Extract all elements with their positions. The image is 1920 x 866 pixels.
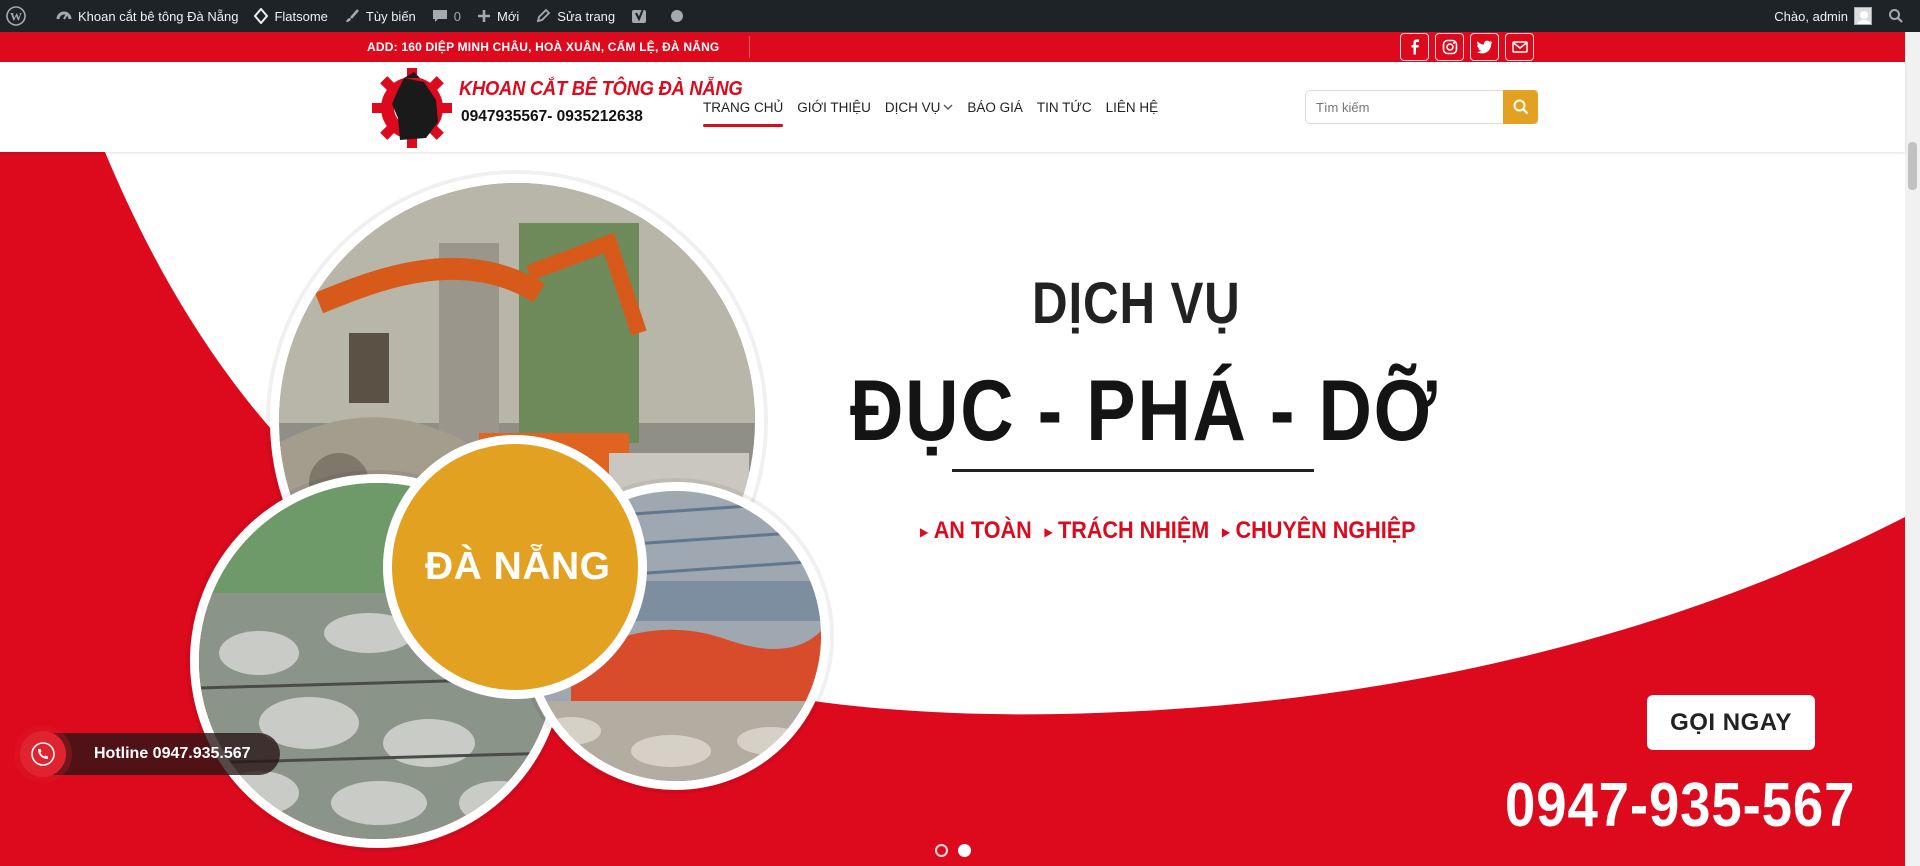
flatsome-icon: [254, 8, 269, 24]
customize-link[interactable]: Tùy biến: [336, 0, 424, 32]
theme-link[interactable]: Flatsome: [246, 0, 335, 32]
chevron-down-icon: [943, 104, 953, 110]
nav-about[interactable]: GIỚI THIỆU: [797, 94, 871, 121]
search-icon: [1513, 99, 1528, 115]
account-menu[interactable]: Chào, admin: [1766, 0, 1880, 32]
nav-news[interactable]: TIN TỨC: [1037, 94, 1092, 121]
hero-slider: ĐÀ NẴNG DỊCH VỤ ĐỤC - PHÁ - DỠ ▶ AN TOÀN …: [0, 152, 1905, 866]
site-name-link[interactable]: Khoan cắt bê tông Đà Nẵng: [48, 0, 246, 32]
dashboard-icon: [56, 11, 72, 20]
logo-phone: 0947935567- 0935212638: [461, 108, 643, 125]
slider-dots: [935, 844, 971, 857]
pencil-icon: [537, 8, 551, 23]
triangle-icon: ▶: [920, 524, 929, 539]
divider: [749, 36, 750, 58]
nav-home[interactable]: TRANG CHỦ: [703, 94, 784, 127]
hero-heading: ĐỤC - PHÁ - DỠ: [850, 363, 1439, 459]
comment-icon: [432, 10, 447, 22]
hero-tags: ▶ AN TOÀN ▶ TRÁCH NHIỆM ▶ CHUYÊN NGHIỆP: [920, 517, 1416, 545]
greeting-label: Chào, admin: [1774, 8, 1848, 24]
instagram-icon[interactable]: [1435, 33, 1464, 61]
site-name-label: Khoan cắt bê tông Đà Nẵng: [78, 8, 239, 24]
email-icon[interactable]: [1505, 33, 1534, 61]
edit-page-label: Sửa trang: [557, 8, 616, 24]
nav-services-label: DỊCH VỤ: [884, 99, 941, 115]
tag-label: CHUYÊN NGHIỆP: [1235, 517, 1416, 544]
twitter-icon[interactable]: [1470, 33, 1499, 61]
plus-icon: [478, 10, 491, 22]
tag-label: AN TOÀN: [933, 517, 1032, 544]
phone-icon: [20, 731, 66, 777]
yoast-seo-icon[interactable]: [623, 0, 663, 32]
hotline-label: Hotline 0947.935.567: [48, 733, 280, 775]
brush-icon: [345, 9, 359, 22]
call-now-button[interactable]: GỌI NGAY: [1647, 695, 1815, 750]
admin-bar: W Khoan cắt bê tông Đà Nẵng Flatsome Tùy…: [0, 0, 1920, 32]
hotline-widget[interactable]: Hotline 0947.935.567: [20, 731, 280, 777]
main-nav: TRANG CHỦ GIỚI THIỆU DỊCH VỤ BÁO GIÁ TIN…: [703, 62, 1172, 152]
seo-status-dot: [663, 0, 691, 32]
logo-name: KHOAN CẮT BÊ TÔNG ĐÀ NẴNG: [459, 78, 743, 100]
nav-contact[interactable]: LIÊN HỆ: [1106, 94, 1159, 121]
admin-search-icon[interactable]: [1880, 0, 1920, 32]
top-bar: ADD: 160 DIỆP MINH CHÂU, HOÀ XUÂN, CẨM L…: [0, 32, 1905, 62]
hero-subheading: DỊCH VỤ: [1032, 271, 1241, 336]
svg-text:W: W: [10, 10, 22, 24]
tag-item: ▶ TRÁCH NHIỆM: [1044, 517, 1209, 545]
slider-dot-1[interactable]: [935, 844, 948, 857]
edit-page-link[interactable]: Sửa trang: [527, 0, 623, 32]
city-badge: ĐÀ NẴNG: [383, 435, 647, 699]
scrollbar-thumb[interactable]: [1908, 142, 1917, 190]
new-content-link[interactable]: Mới: [469, 0, 527, 32]
heading-underline: [952, 469, 1314, 472]
page-scrollbar[interactable]: [1905, 32, 1920, 866]
comments-link[interactable]: 0: [424, 0, 469, 32]
address-text: ADD: 160 DIỆP MINH CHÂU, HOÀ XUÂN, CẨM L…: [367, 40, 720, 54]
triangle-icon: ▶: [1044, 524, 1053, 539]
new-label: Mới: [497, 8, 520, 24]
tag-label: TRÁCH NHIỆM: [1058, 517, 1210, 544]
customize-label: Tùy biến: [365, 8, 416, 24]
city-badge-label: ĐÀ NẴNG: [425, 545, 611, 588]
triangle-icon: ▶: [1221, 524, 1231, 539]
gear-logo-icon: [372, 68, 452, 148]
theme-label: Flatsome: [274, 8, 328, 24]
tag-item: ▶ AN TOÀN: [920, 517, 1032, 545]
tag-item: ▶ CHUYÊN NGHIỆP: [1222, 517, 1416, 545]
nav-pricing[interactable]: BÁO GIÁ: [967, 94, 1023, 121]
avatar: [1854, 7, 1872, 25]
hero-phone: 0947-935-567: [1505, 771, 1856, 840]
facebook-icon[interactable]: [1400, 33, 1429, 61]
comments-count: 0: [453, 8, 462, 24]
site-logo[interactable]: KHOAN CẮT BÊ TÔNG ĐÀ NẴNG 0947935567- 09…: [370, 66, 743, 150]
nav-services[interactable]: DỊCH VỤ: [885, 94, 954, 121]
search-button[interactable]: [1503, 90, 1538, 124]
slider-dot-2[interactable]: [958, 844, 971, 857]
wordpress-logo-icon[interactable]: W: [0, 0, 40, 32]
site-header: KHOAN CẮT BÊ TÔNG ĐÀ NẴNG 0947935567- 09…: [0, 62, 1905, 152]
